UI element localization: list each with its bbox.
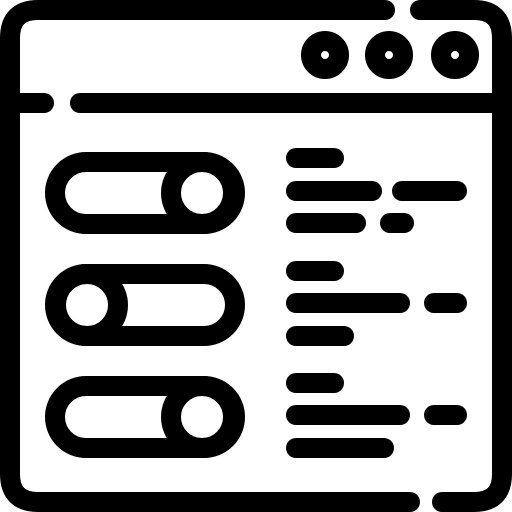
window-control-3[interactable] — [431, 31, 479, 79]
settings-row-2 — [45, 261, 467, 346]
settings-row-3 — [45, 373, 467, 458]
settings-window-toggles-icon — [0, 0, 512, 512]
window-controls — [301, 31, 479, 79]
window-frame-top-left — [0, 0, 420, 512]
settings-row-1 — [45, 148, 467, 234]
toggle-knob-2 — [46, 264, 128, 346]
window-control-1[interactable] — [301, 31, 349, 79]
settings-window-icon — [0, 0, 512, 512]
window-control-2[interactable] — [365, 31, 413, 79]
window-frame-right — [410, 0, 512, 512]
toggle-knob-3 — [161, 376, 243, 458]
toggle-knob-1 — [161, 152, 243, 234]
